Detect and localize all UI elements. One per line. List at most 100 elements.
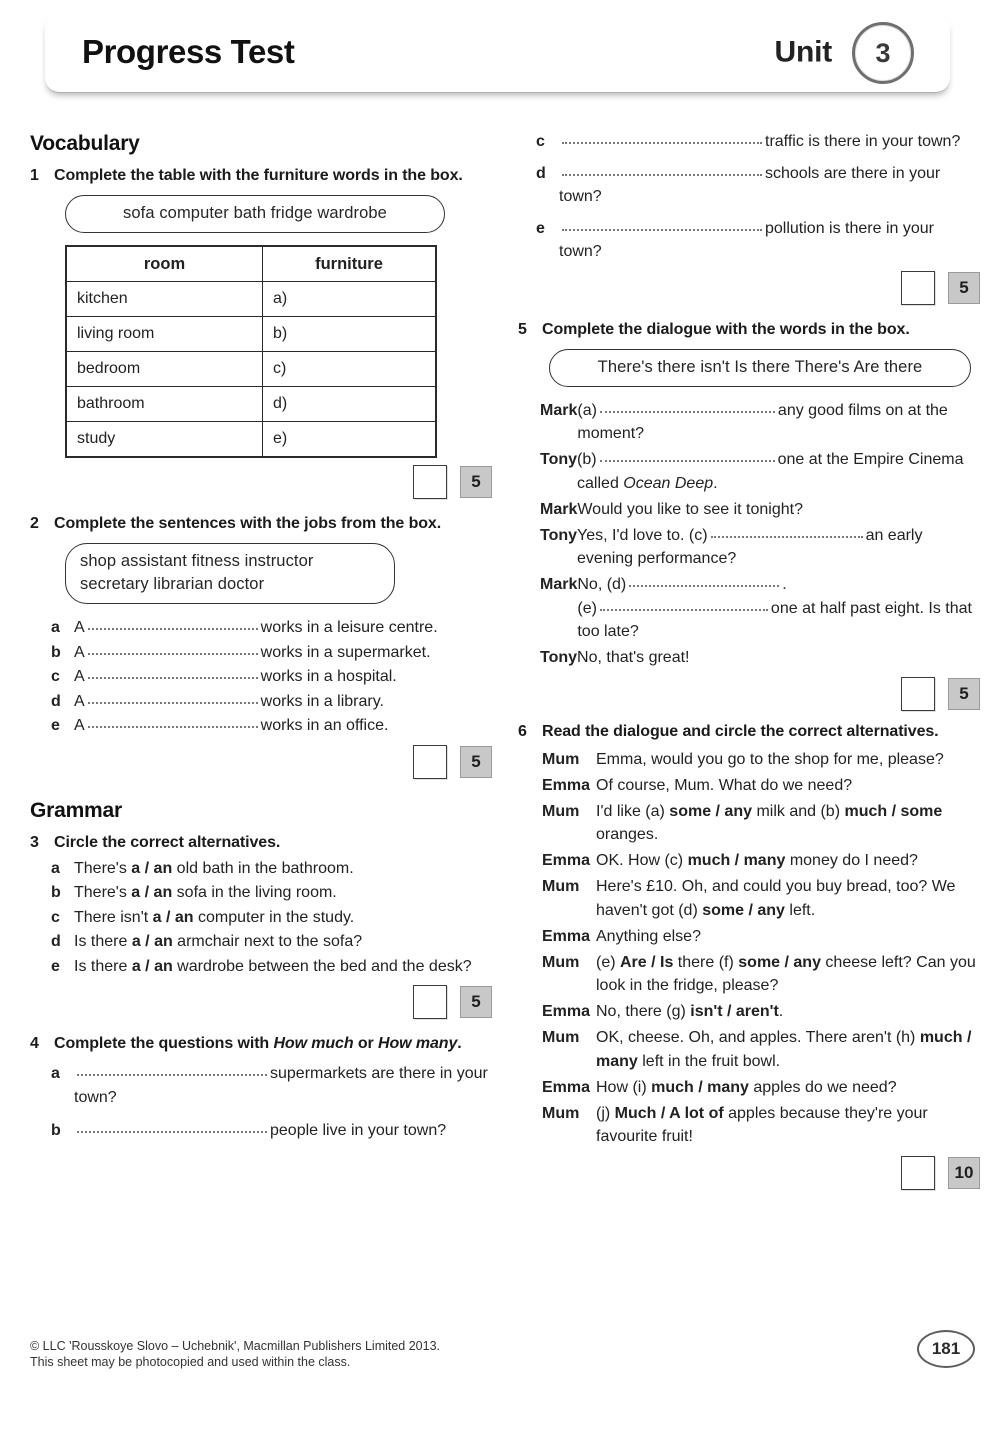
answer-blank[interactable] [77,1063,267,1076]
alternative-option[interactable]: an [154,884,173,901]
utterance: No, that's great! [577,649,690,666]
utterance: (b) one at the Empire Cinema called Ocean… [577,448,980,495]
dialogue-row: Emma Anything else? [518,925,980,949]
utterance: (j) Much / A lot of apples because they'… [596,1102,980,1149]
exercise-5-heading: 5 Complete the dialogue with the words i… [518,319,980,340]
item-letter: a [51,619,60,636]
copyright-line-1: © LLC 'Rousskoye Slovo – Uchebnik', Macm… [30,1339,441,1353]
score-input-box[interactable] [413,465,447,499]
utterance-text: . [778,1003,784,1020]
answer-blank[interactable] [87,666,258,679]
furniture-table: room furniture kitchen a) living room b)… [65,245,437,458]
alternative-option[interactable]: a [131,860,140,877]
table-cell-furniture[interactable]: e) [262,421,437,458]
dialogue-row: Tony Yes, I'd love to. (c) an early eveni… [518,524,980,571]
table-cell-room: kitchen [65,281,263,317]
utterance-text: Of course, Mum. What do we need? [596,776,853,794]
exercise-6-dialogue: Mum Emma, would you go to the shop for me… [518,748,980,1149]
instruction-part: Complete the questions with [54,1035,274,1052]
alternative-option[interactable]: much / some [844,803,942,820]
speaker-name: Mum [542,878,580,895]
speaker-name: Mark [540,576,578,593]
alternative-option[interactable]: much / many [688,852,786,869]
table-row: study e) [65,421,437,458]
table-cell-furniture[interactable]: c) [262,351,437,387]
answer-blank[interactable] [562,163,762,176]
table-cell-furniture[interactable]: d) [262,386,437,422]
right-column: c traffic is there in your town? d schoo… [518,132,980,1190]
page-title: Progress Test [82,33,295,71]
answer-blank[interactable] [87,715,258,728]
score-input-box[interactable] [413,744,447,779]
table-row: bedroom c) [65,351,437,387]
item-letter: d [51,933,61,950]
alternative-option[interactable]: isn't / aren't [690,1003,779,1020]
list-item: e Aworks in an office. [30,714,492,738]
answer-blank[interactable] [87,617,258,630]
answer-blank[interactable] [710,525,863,538]
alternative-option[interactable]: an [154,860,173,877]
item-letter: d [51,692,61,710]
exercise-4-heading: 4 Complete the questions with How much o… [30,1033,492,1054]
score-max-badge: 5 [460,745,492,778]
utterance-text: money do I need? [785,852,918,869]
exercise-5-instruction: Complete the dialogue with the words in … [542,320,910,338]
score-input-box[interactable] [413,985,447,1019]
list-item: c traffic is there in your town? [518,130,980,154]
score-max-badge: 5 [948,271,980,304]
utterance-text: apples do we need? [748,1078,897,1096]
alternative-option[interactable]: an [154,958,173,975]
utterance: No, there (g) isn't / aren't. [596,1000,980,1024]
instruction-part: or [353,1035,379,1052]
table-cell-furniture[interactable]: a) [262,281,437,317]
table-cell-furniture[interactable]: b) [262,316,437,352]
alternative-option[interactable]: a [132,933,141,950]
score-input-box[interactable] [901,1155,935,1190]
alternative-option[interactable]: an [175,909,194,926]
alternative-option[interactable]: a [153,909,162,926]
answer-blank[interactable] [562,131,762,144]
answer-blank[interactable] [599,449,775,462]
gap-label: (c) [688,526,708,544]
answer-blank[interactable] [87,642,258,655]
alternative-option[interactable]: a [131,884,140,901]
utterance: Of course, Mum. What do we need? [596,774,980,798]
item-body: Aworks in an office. [74,714,492,738]
item-letter: c [51,908,60,926]
answer-blank[interactable] [599,598,768,611]
alternative-option[interactable]: a [132,958,141,975]
alternative-option[interactable]: some / any [738,954,821,971]
alternative-option[interactable]: Are / Is [620,954,673,971]
utterance-text: there (f) [673,953,739,971]
list-item: c Aworks in a hospital. [30,665,492,689]
item-body: Aworks in a leisure centre. [74,616,492,640]
alternative-option[interactable]: Much / A lot of [615,1105,724,1122]
answer-blank[interactable] [629,574,780,587]
item-body: Is there a / an wardrobe between the bed… [74,957,472,975]
item-letter: b [51,1122,61,1139]
alternative-option[interactable]: an [154,933,173,950]
list-item: d Aworks in a library. [30,690,492,714]
utterance: Yes, I'd love to. (c) an early evening pe… [577,524,980,571]
alternative-option[interactable]: much / many [651,1079,749,1096]
item-suffix: old bath in the bathroom. [172,859,354,877]
utterance-text: Emma, would you go to the shop for me, p… [596,750,944,768]
alternative-option[interactable]: some / any [669,803,752,820]
score-input-box[interactable] [901,676,935,711]
answer-blank[interactable] [562,218,762,231]
answer-blank[interactable] [599,400,775,413]
exercise-6-number: 6 [518,722,527,740]
score-input-box[interactable] [901,270,935,305]
item-body: Is there a / an armchair next to the sof… [74,933,363,950]
table-header-room: room [65,245,263,282]
unit-number-badge: 3 [852,22,914,84]
answer-blank[interactable] [87,691,258,704]
alternative-option[interactable]: some / any [702,902,785,919]
list-item: c There isn't a / an computer in the stu… [30,906,492,930]
item-letter: b [51,643,61,661]
utterance-text: OK. How (c) [596,852,688,869]
table-cell-room: bathroom [65,386,263,422]
answer-blank[interactable] [77,1120,267,1133]
item-body: Aworks in a supermarket. [74,641,492,665]
exercise-6-heading: 6 Read the dialogue and circle the corre… [518,721,980,742]
